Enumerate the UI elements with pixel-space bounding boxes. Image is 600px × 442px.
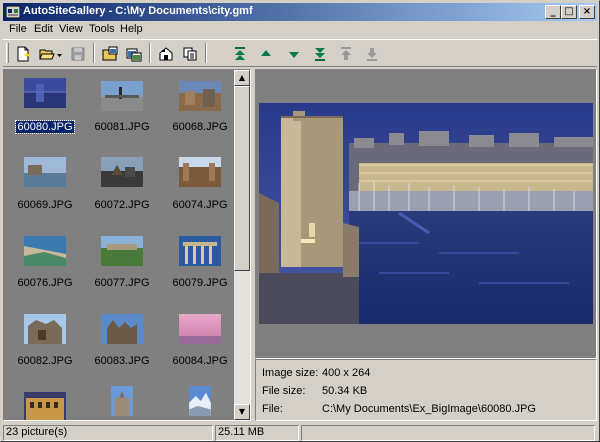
move-bottom-button[interactable]	[309, 43, 331, 65]
thumbnail-image	[24, 157, 66, 187]
image-size-label: Image size:	[262, 367, 319, 379]
title-bar[interactable]: AutoSiteGallery - C:\My Documents\city.g…	[3, 3, 597, 21]
thumbnail-image	[24, 236, 66, 266]
thumbnail-label: 60072.JPG	[94, 199, 150, 211]
thumbnail-label: 60080.JPG	[15, 120, 75, 134]
menu-file[interactable]: File	[9, 23, 27, 35]
add-images-button[interactable]	[99, 43, 121, 65]
close-button[interactable]: ×	[579, 5, 595, 19]
properties-button[interactable]	[155, 43, 177, 65]
toolbar	[3, 39, 597, 67]
thumbnail-image	[101, 314, 143, 344]
file-size-label: File size:	[262, 385, 306, 397]
move-up-icon	[261, 50, 271, 56]
copy-icon	[183, 47, 197, 61]
move-top-icon	[235, 47, 245, 60]
thumbnail-image	[24, 314, 66, 344]
thumbnail-image	[101, 81, 143, 111]
thumbnail-label: 60077.JPG	[94, 277, 150, 289]
thumbnail-label: 60068.JPG	[172, 121, 228, 133]
toolbar-separator	[205, 43, 207, 63]
preview-pane	[255, 69, 597, 359]
thumbnail-scrollbar[interactable]: ▲ ▼	[234, 70, 250, 420]
toolbar-separator	[93, 43, 95, 63]
status-bar: 23 picture(s) 25.11 MB	[3, 423, 597, 441]
new-icon	[17, 46, 30, 62]
move-up-button[interactable]	[255, 43, 277, 65]
move-top-disabled-button[interactable]	[335, 43, 357, 65]
menu-tools[interactable]: Tools	[89, 23, 115, 35]
thumbnail-image	[101, 236, 143, 266]
scroll-down-icon: ▼	[238, 407, 246, 416]
status-picture-count: 23 picture(s)	[3, 425, 213, 441]
thumbnail-image	[179, 157, 221, 187]
open-dropdown-button[interactable]	[55, 43, 65, 65]
window-title: AutoSiteGallery - C:\My Documents\city.g…	[23, 5, 253, 17]
thumbnail-label: 60069.JPG	[17, 199, 73, 211]
thumbnail-image	[24, 78, 66, 108]
properties-icon	[159, 47, 173, 61]
thumbnail-image	[179, 81, 221, 111]
thumbnail-label: 60084.JPG	[172, 355, 228, 367]
menu-bar: File Edit View Tools Help	[3, 21, 597, 39]
move-bottom-icon	[315, 48, 325, 61]
thumbnail-label: 60076.JPG	[17, 277, 73, 289]
status-total-size: 25.11 MB	[215, 425, 299, 441]
move-down-button[interactable]	[283, 43, 305, 65]
thumbnail-label: 60082.JPG	[17, 355, 73, 367]
thumbnail-image	[179, 236, 221, 266]
move-bottom-disabled-icon	[367, 48, 377, 61]
thumbnail-image	[111, 386, 133, 416]
move-down-icon	[289, 52, 299, 58]
image-info-panel: Image size: 400 x 264 File size: 50.34 K…	[255, 359, 597, 421]
toolbar-separator	[149, 43, 151, 63]
dropdown-arrow-icon	[57, 54, 62, 57]
menu-help[interactable]: Help	[120, 23, 143, 35]
preview-image	[259, 103, 593, 324]
app-icon	[6, 5, 20, 19]
thumbnail-label: 60081.JPG	[94, 121, 150, 133]
new-button[interactable]	[12, 43, 34, 65]
menu-view[interactable]: View	[59, 23, 83, 35]
menu-edit[interactable]: Edit	[34, 23, 53, 35]
remove-images-icon	[126, 48, 142, 62]
thumbnail-image	[24, 392, 66, 420]
copy-button[interactable]	[179, 43, 201, 65]
open-icon	[39, 49, 55, 60]
toolbar-grip[interactable]	[6, 43, 9, 63]
app-window: AutoSiteGallery - C:\My Documents\city.g…	[0, 0, 600, 442]
remove-images-button[interactable]	[123, 43, 145, 65]
minimize-button[interactable]: _	[545, 5, 561, 19]
status-extra-panel	[301, 425, 595, 441]
thumbnail-label: 60079.JPG	[172, 277, 228, 289]
add-images-icon	[102, 46, 118, 61]
thumbnail-pane[interactable]: 60080.JPG 60081.JPG 60068.JPG 60069.JPG	[3, 69, 251, 421]
thumbnail-image	[179, 314, 221, 344]
move-top-button[interactable]	[229, 43, 251, 65]
scroll-up-icon: ▲	[238, 73, 246, 82]
scroll-down-button[interactable]: ▼	[234, 404, 250, 420]
scroll-thumb[interactable]	[234, 86, 250, 271]
thumbnail-label: 60074.JPG	[172, 199, 228, 211]
save-button[interactable]	[67, 43, 89, 65]
scroll-up-button[interactable]: ▲	[234, 70, 250, 86]
thumbnail-image	[189, 386, 211, 416]
thumbnail-label: 60083.JPG	[94, 355, 150, 367]
file-path-value: C:\My Documents\Ex_BigImage\60080.JPG	[322, 403, 536, 415]
image-size-value: 400 x 264	[322, 367, 371, 379]
move-bottom-disabled-button[interactable]	[361, 43, 383, 65]
file-path-label: File:	[262, 403, 283, 415]
save-icon	[71, 47, 85, 61]
thumbnail-image	[101, 157, 143, 187]
file-size-value: 50.34 KB	[322, 385, 368, 397]
maximize-button[interactable]: □	[561, 5, 577, 19]
move-top-disabled-icon	[341, 47, 351, 60]
